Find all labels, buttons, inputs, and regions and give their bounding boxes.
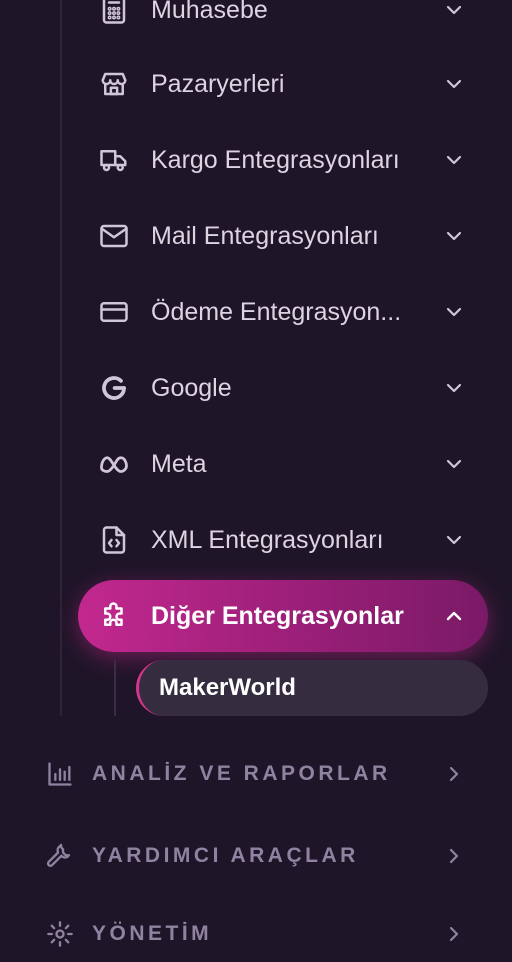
file-code-icon [98,524,130,556]
menu-item-label: Pazaryerleri [151,69,285,98]
menu-item-odeme[interactable]: Ödeme Entegrasyon... [78,276,488,348]
chevron-down-icon [442,452,466,476]
meta-icon [98,448,130,480]
chevron-down-icon [442,148,466,172]
calculator-icon [98,0,130,26]
menu-item-muhasebe[interactable]: Muhasebe [78,0,488,46]
chevron-down-icon [442,528,466,552]
menu-item-label: Ödeme Entegrasyon... [151,297,402,326]
chevron-up-icon [442,604,466,628]
menu-item-label: Diğer Entegrasyonlar [151,601,404,630]
truck-icon [98,144,130,176]
menu-item-meta[interactable]: Meta [78,428,488,500]
section-label: YARDIMCI ARAÇLAR [92,844,359,867]
chevron-down-icon [442,72,466,96]
menu-item-kargo[interactable]: Kargo Entegrasyonları [78,124,488,196]
credit-card-icon [98,296,130,328]
submenu-rail [114,660,116,716]
section-label: ANALİZ VE RAPORLAR [92,762,391,785]
menu-item-label: Kargo Entegrasyonları [151,145,400,174]
chevron-down-icon [442,376,466,400]
submenu-item-makerworld[interactable]: MakerWorld [136,660,488,716]
section-analiz-ve-raporlar[interactable]: ANALİZ VE RAPORLAR [44,746,488,802]
menu-item-label: Mail Entegrasyonları [151,221,379,250]
menu-item-google[interactable]: Google [78,352,488,424]
menu-item-label: Google [151,373,232,402]
bar-chart-icon [44,758,76,790]
menu-item-label: XML Entegrasyonları [151,525,384,554]
menu-item-label: Meta [151,449,207,478]
section-label: YÖNETİM [92,922,213,945]
chevron-down-icon [442,300,466,324]
wrench-icon [44,840,76,872]
menu-item-xml[interactable]: XML Entegrasyonları [78,504,488,576]
menu-item-diger-entegrasyonlar[interactable]: Diğer Entegrasyonlar [78,580,488,652]
chevron-down-icon [442,0,466,22]
puzzle-icon [98,600,130,632]
menu-item-label: Muhasebe [151,0,268,24]
mail-icon [98,220,130,252]
chevron-down-icon [442,224,466,248]
chevron-right-icon [442,922,466,946]
submenu-item-label: MakerWorld [159,674,296,701]
chevron-right-icon [442,844,466,868]
store-icon [98,68,130,100]
menu-item-pazaryerleri[interactable]: Pazaryerleri [78,48,488,120]
chevron-right-icon [442,762,466,786]
google-icon [98,372,130,404]
menu-rail [60,0,62,716]
section-yardimci-araclar[interactable]: YARDIMCI ARAÇLAR [44,828,488,884]
menu-item-mail[interactable]: Mail Entegrasyonları [78,200,488,272]
section-yonetim[interactable]: YÖNETİM [44,906,488,962]
gear-icon [44,918,76,950]
